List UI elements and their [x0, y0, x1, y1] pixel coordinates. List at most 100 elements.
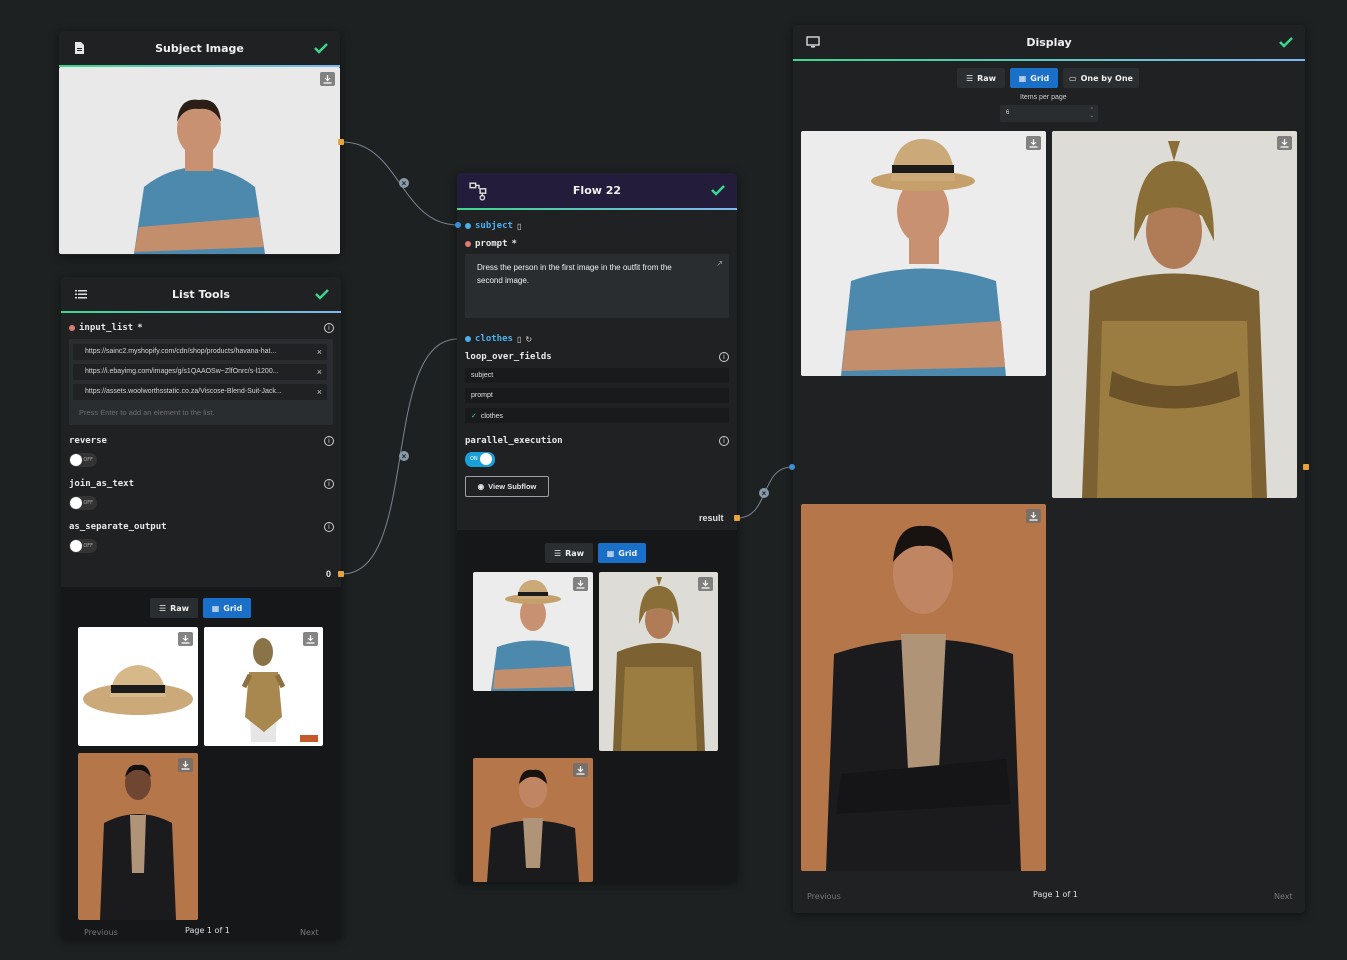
view-subflow-button[interactable]: ◉ View Subflow: [465, 476, 549, 497]
download-icon[interactable]: [303, 632, 318, 646]
remove-icon[interactable]: ×: [317, 347, 322, 357]
list-icon: ☰: [158, 603, 167, 613]
info-icon[interactable]: i: [719, 436, 729, 446]
output-port[interactable]: [1303, 464, 1309, 470]
info-icon[interactable]: i: [324, 522, 334, 532]
document-icon: ▯: [516, 334, 522, 344]
next-button[interactable]: Next: [300, 928, 319, 937]
separate-output-label: as_separate_output: [69, 522, 167, 532]
input-port[interactable]: [455, 222, 461, 228]
remove-icon[interactable]: ×: [317, 387, 322, 397]
preview-panel: ☰ Raw ▦ Grid: [457, 530, 737, 882]
document-icon: ▯: [516, 221, 522, 231]
node-header[interactable]: Flow 22: [457, 173, 737, 208]
monitor-icon: ▭: [1069, 73, 1077, 83]
check-icon: ✓: [471, 413, 477, 420]
info-icon[interactable]: i: [324, 436, 334, 446]
download-icon[interactable]: [178, 758, 193, 772]
output-port[interactable]: [338, 139, 344, 145]
node-header[interactable]: Display: [793, 25, 1305, 59]
wire-handle[interactable]: ×: [399, 451, 409, 461]
list-item[interactable]: https://sainc2.myshopify.com/cdn/shop/pr…: [73, 344, 327, 360]
list-item[interactable]: https://i.ebayimg.com/images/g/s1QAAOSw~…: [73, 364, 327, 380]
prompt-text: Dress the person in the first image in t…: [477, 263, 672, 285]
spinner-arrows[interactable]: ⌃ ⌄: [1090, 107, 1094, 119]
previous-button[interactable]: Previous: [807, 892, 841, 901]
result-image-suit[interactable]: [473, 758, 593, 882]
display-image-hat[interactable]: [801, 131, 1046, 376]
loop-option-prompt[interactable]: prompt: [465, 388, 729, 403]
connected-dot: [465, 336, 471, 342]
grid-image-hat[interactable]: [78, 627, 198, 746]
list-tools-node[interactable]: List Tools input_list * i https://sainc2.…: [61, 277, 341, 939]
flow-icon: [469, 182, 487, 201]
list-icon: ☰: [553, 548, 562, 558]
node-title: List Tools: [172, 287, 230, 301]
grid-button[interactable]: ▦ Grid: [598, 543, 646, 563]
list-item-text: https://i.ebayimg.com/images/g/s1QAAOSw~…: [85, 368, 279, 375]
wire-handle[interactable]: ×: [759, 488, 769, 498]
display-node[interactable]: Display ☰ Raw ▦ Grid ▭ One by One Items per…: [793, 25, 1305, 913]
info-icon[interactable]: i: [324, 479, 334, 489]
result-image-armor[interactable]: [599, 572, 718, 751]
download-icon[interactable]: [698, 577, 713, 591]
refresh-icon: ↻: [525, 334, 533, 344]
loop-option-subject[interactable]: subject: [465, 368, 729, 383]
items-per-page-input[interactable]: 6 ⌃ ⌄: [1000, 105, 1098, 122]
next-button[interactable]: Next: [1274, 892, 1293, 901]
grid-button[interactable]: ▦ Grid: [1010, 68, 1058, 88]
required-asterisk: *: [511, 239, 517, 249]
flow-node[interactable]: Flow 22 subject ▯ prompt * Dress the pers…: [457, 173, 737, 882]
grid-image-armor[interactable]: [204, 627, 323, 746]
raw-button[interactable]: ☰ Raw: [150, 598, 198, 618]
prompt-textarea[interactable]: Dress the person in the first image in t…: [465, 254, 729, 318]
download-icon[interactable]: [178, 632, 193, 646]
grid-icon: ▦: [606, 548, 615, 558]
output-count: 0: [326, 569, 332, 579]
display-image-suit[interactable]: [801, 504, 1046, 871]
list-item-text: https://assets.woolworthsstatic.co.za/Vi…: [85, 388, 282, 395]
loop-over-fields-label: loop_over_fields: [465, 352, 552, 362]
check-icon: [1279, 37, 1293, 48]
reverse-toggle[interactable]: OFF: [69, 453, 97, 467]
items-per-page-label: Items per page: [1020, 94, 1067, 101]
info-icon[interactable]: i: [324, 323, 334, 333]
one-by-one-button[interactable]: ▭ One by One: [1063, 68, 1139, 88]
remove-icon[interactable]: ×: [317, 367, 322, 377]
previous-button[interactable]: Previous: [84, 928, 118, 937]
page-indicator: Page 1 of 1: [185, 926, 230, 935]
display-image-armor[interactable]: [1052, 131, 1297, 498]
input-port[interactable]: [789, 464, 795, 470]
reverse-label: reverse: [69, 436, 107, 446]
grid-image-suit[interactable]: [78, 753, 198, 920]
output-port[interactable]: [338, 571, 344, 577]
raw-button[interactable]: ☰ Raw: [957, 68, 1005, 88]
external-link-icon[interactable]: ↗: [716, 257, 723, 270]
list-item[interactable]: https://assets.woolworthsstatic.co.za/Vi…: [73, 384, 327, 400]
join-as-text-toggle[interactable]: OFF: [69, 496, 97, 510]
download-icon[interactable]: [1277, 136, 1292, 150]
parallel-execution-toggle[interactable]: ON: [465, 452, 495, 467]
info-icon[interactable]: i: [719, 352, 729, 362]
subject-label: subject: [475, 221, 513, 231]
result-image-hat[interactable]: [473, 572, 593, 691]
subject-image-node[interactable]: Subject Image: [59, 31, 340, 255]
node-header[interactable]: List Tools: [61, 277, 341, 311]
download-icon[interactable]: [1026, 136, 1041, 150]
wire-handle[interactable]: ×: [399, 178, 409, 188]
download-icon[interactable]: [320, 72, 335, 86]
download-icon[interactable]: [573, 763, 588, 777]
node-title: Subject Image: [155, 41, 244, 55]
raw-button[interactable]: ☰ Raw: [545, 543, 593, 563]
loop-option-clothes[interactable]: ✓ clothes: [465, 408, 729, 423]
result-label: result: [699, 513, 724, 523]
node-header[interactable]: Subject Image: [59, 31, 340, 65]
grid-button[interactable]: ▦ Grid: [203, 598, 251, 618]
list-add-input[interactable]: Press Enter to add an element to the lis…: [79, 408, 215, 417]
output-port[interactable]: [734, 515, 740, 521]
list-input-box[interactable]: https://sainc2.myshopify.com/cdn/shop/pr…: [69, 339, 333, 425]
download-icon[interactable]: [573, 577, 588, 591]
download-icon[interactable]: [1026, 509, 1041, 523]
grid-icon: ▦: [211, 603, 220, 613]
separate-output-toggle[interactable]: OFF: [69, 539, 97, 553]
